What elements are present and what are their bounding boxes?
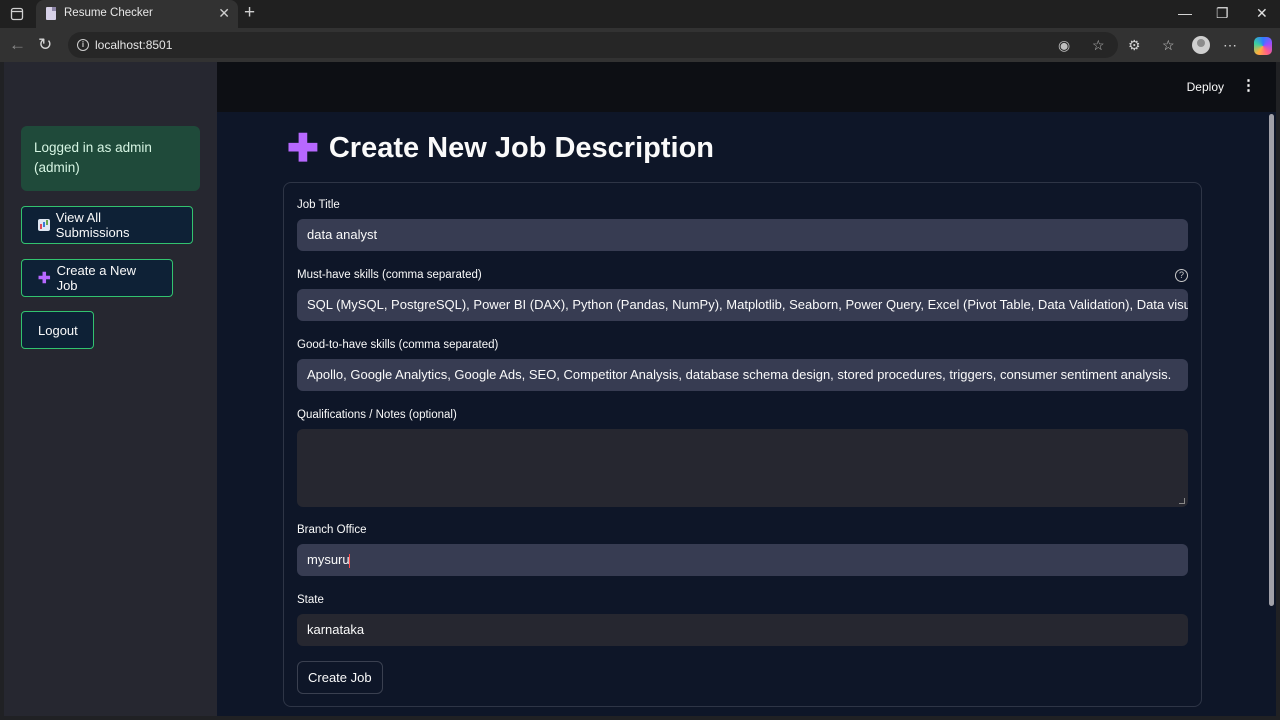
resize-handle[interactable] [1179, 498, 1185, 504]
text-cursor [348, 553, 350, 568]
login-status-text: Logged in as admin (admin) [34, 140, 152, 175]
good-to-have-input[interactable]: Apollo, Google Analytics, Google Ads, SE… [297, 359, 1188, 391]
good-to-have-label: Good-to-have skills (comma separated) [297, 339, 499, 351]
create-job-button[interactable]: Create Job [297, 661, 383, 694]
logout-label: Logout [38, 322, 78, 338]
state-label: State [297, 594, 324, 606]
back-icon[interactable]: ← [9, 35, 26, 55]
must-have-input[interactable]: SQL (MySQL, PostgreSQL), Power BI (DAX),… [297, 289, 1188, 321]
create-new-job-label: Create a New Job [56, 263, 137, 293]
page-title-text: Create New Job Description [328, 132, 714, 164]
plus-icon: ✚ [38, 270, 51, 287]
page-title: ✚ Create New Job Description [287, 127, 714, 170]
view-submissions-label: View All Submissions [55, 210, 130, 240]
job-title-label: Job Title [297, 199, 340, 211]
page-favicon-icon [46, 7, 56, 20]
extensions-icon[interactable]: ⚙ [1128, 36, 1141, 54]
branch-label: Branch Office [297, 524, 367, 536]
deploy-button[interactable]: Deploy [1187, 80, 1224, 94]
must-have-label: Must-have skills (comma separated) [297, 269, 482, 281]
app-header: Deploy ⋮ [217, 62, 1276, 112]
more-menu-icon[interactable]: ⋯ [1223, 36, 1237, 54]
bar-chart-icon [38, 219, 50, 231]
site-info-icon[interactable]: i [77, 39, 89, 51]
favorites-icon[interactable]: ☆ [1162, 36, 1175, 54]
browser-toolbar: ← ↻ i localhost:8501 ◉ ☆ ⚙ ☆ ⋯ [0, 28, 1280, 62]
close-window-icon[interactable]: ✕ [1256, 4, 1268, 22]
tracking-icon[interactable]: ◉ [1058, 36, 1070, 54]
help-icon[interactable]: ? [1175, 269, 1188, 282]
main-content: ✚ Create New Job Description Job Title d… [217, 112, 1276, 716]
job-title-input[interactable]: data analyst [297, 219, 1188, 251]
url-text: localhost:8501 [95, 38, 173, 52]
scrollbar[interactable] [1269, 114, 1274, 606]
login-status-box: Logged in as admin (admin) [21, 126, 200, 191]
tab-title: Resume Checker [64, 7, 153, 19]
qualifications-textarea[interactable] [297, 429, 1188, 507]
app-window: Logged in as admin (admin) View All Subm… [4, 62, 1276, 716]
create-new-job-button[interactable]: ✚ Create a New Job [21, 259, 173, 297]
restore-icon[interactable]: ❐ [1216, 4, 1229, 22]
minimize-icon[interactable]: — [1178, 4, 1192, 22]
sidebar: Logged in as admin (admin) View All Subm… [4, 62, 217, 716]
plus-icon: ✚ [287, 127, 319, 170]
favorite-star-icon[interactable]: ☆ [1092, 36, 1105, 54]
qualifications-label: Qualifications / Notes (optional) [297, 409, 457, 421]
reload-icon[interactable]: ↻ [38, 35, 52, 55]
view-submissions-button[interactable]: View All Submissions [21, 206, 193, 244]
main-menu-icon[interactable]: ⋮ [1241, 78, 1256, 93]
browser-tab[interactable]: Resume Checker ✕ [36, 0, 238, 28]
profile-avatar[interactable] [1192, 36, 1210, 54]
branch-value: mysuru [307, 552, 350, 567]
state-input[interactable]: karnataka [297, 614, 1188, 646]
copilot-icon[interactable] [1254, 37, 1272, 55]
tab-actions-icon[interactable] [10, 7, 24, 21]
job-form: Job Title data analyst Must-have skills … [283, 182, 1202, 707]
logout-button[interactable]: Logout [21, 311, 94, 349]
browser-tab-bar: Resume Checker ✕ + — ❐ ✕ [0, 0, 1280, 28]
new-tab-icon[interactable]: + [244, 3, 255, 23]
close-tab-icon[interactable]: ✕ [218, 5, 230, 21]
branch-input[interactable]: mysuru [297, 544, 1188, 576]
address-bar[interactable]: i localhost:8501 ◉ ☆ [68, 32, 1118, 58]
